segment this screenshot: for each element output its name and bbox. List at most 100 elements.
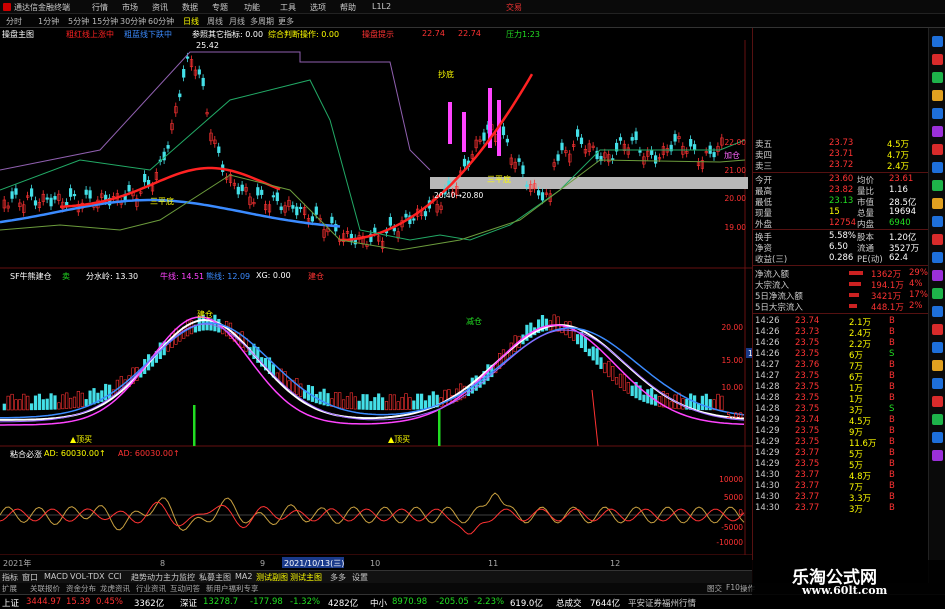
trade-button[interactable]: 交易: [506, 2, 522, 13]
sub1-bar: [392, 394, 396, 411]
menu-item[interactable]: 行情: [92, 2, 108, 13]
toolbar-tool-icon[interactable]: [932, 432, 943, 443]
toolbar-tool-icon[interactable]: [932, 126, 943, 137]
indicator-tab[interactable]: 趋势动力: [131, 572, 163, 583]
toolbar-tool-icon[interactable]: [932, 198, 943, 209]
indicator-tab[interactable]: CCI: [108, 572, 122, 581]
sub1-bar: [6, 395, 10, 411]
menu-item[interactable]: 功能: [244, 2, 260, 13]
tick-price: 23.77: [795, 503, 820, 513]
toolbar-tool-icon[interactable]: [932, 288, 943, 299]
indicator-tab[interactable]: 私募主图: [199, 572, 231, 583]
menu-item[interactable]: 帮助: [340, 2, 356, 13]
toolbar-tool-icon[interactable]: [932, 36, 943, 47]
toolbar-tool-icon[interactable]: [932, 180, 943, 191]
period-button[interactable]: 30分钟: [120, 16, 146, 27]
tick-time: 14:26: [755, 338, 780, 348]
tick-side: B: [889, 426, 895, 436]
sub1-bar: [700, 395, 704, 411]
flow-bar: [849, 304, 857, 308]
stats-value: 62.4: [889, 253, 908, 263]
candle-body: [88, 190, 92, 199]
tick-row: 14:28 23.75 1万 B: [753, 393, 929, 405]
menu-item[interactable]: 市场: [122, 2, 138, 13]
toolbar-tool-icon[interactable]: [932, 306, 943, 317]
indicator-tab[interactable]: 多多: [330, 572, 346, 583]
sub-tab[interactable]: 扩展: [2, 583, 17, 594]
toolbar-tool-icon[interactable]: [932, 378, 943, 389]
candle-body: [291, 205, 295, 209]
flow-pct: 29%: [909, 268, 928, 278]
toolbar-tool-icon[interactable]: [932, 216, 943, 227]
toolbar-tool-icon[interactable]: [932, 162, 943, 173]
period-button[interactable]: 60分钟: [148, 16, 174, 27]
menu-item[interactable]: 专题: [212, 2, 228, 13]
toolbar-tool-icon[interactable]: [932, 360, 943, 371]
sub1-buy-label: 建仓: [197, 309, 213, 319]
sh-amount: 3362亿: [134, 599, 165, 609]
menu-item[interactable]: 资讯: [152, 2, 168, 13]
candle-body: [314, 206, 318, 215]
toolbar-tool-icon[interactable]: [932, 72, 943, 83]
tick-time: 14:30: [755, 481, 780, 491]
kline-chart[interactable]: 25.42 三平底 三平底 20.40→20.80 抄底 加仓 建仓 减仓 ▲顶…: [0, 40, 752, 570]
main-axis-tick: 20.00: [725, 194, 747, 203]
sub-tab[interactable]: 互动问答: [170, 583, 200, 594]
candle-body: [178, 93, 182, 98]
candle-body: [275, 192, 279, 202]
toolbar-tool-icon[interactable]: [932, 270, 943, 281]
indicator-tab[interactable]: VOL-TDX: [70, 572, 105, 581]
right-toolbar: [928, 28, 945, 583]
menu-item[interactable]: L1L2: [372, 2, 391, 11]
sub-tab-right[interactable]: 图交: [707, 583, 722, 594]
toolbar-tool-icon[interactable]: [932, 252, 943, 263]
tick-row: 14:27 23.75 6万 B: [753, 371, 929, 383]
indicator-tab[interactable]: MA2: [235, 572, 252, 581]
sub1-bar: [400, 396, 404, 410]
indicator-tab[interactable]: 测试主图: [290, 572, 322, 583]
app-name: 通达信金融终端: [14, 3, 70, 12]
indicator-tab[interactable]: 指标: [2, 572, 18, 583]
sz-value: 13278.7: [203, 597, 239, 607]
period-button[interactable]: 1分钟: [38, 16, 59, 27]
period-button[interactable]: 更多: [278, 16, 294, 27]
period-button[interactable]: 月线: [229, 16, 245, 27]
toolbar-tool-icon[interactable]: [932, 324, 943, 335]
sub-tab[interactable]: 资金分布: [66, 583, 96, 594]
period-button[interactable]: 多周期: [250, 16, 274, 27]
main-candles: [2, 52, 724, 253]
toolbar-tool-icon[interactable]: [932, 450, 943, 461]
period-button[interactable]: 15分钟: [92, 16, 118, 27]
menu-item[interactable]: 数据: [182, 2, 198, 13]
sub-tab[interactable]: 新用户福利专享: [206, 583, 259, 594]
sub-tab[interactable]: 行业资讯: [136, 583, 166, 594]
indicator-tab[interactable]: 设置: [352, 572, 368, 583]
toolbar-tool-icon[interactable]: [932, 234, 943, 245]
menu-item[interactable]: 选项: [310, 2, 326, 13]
indicator-tab[interactable]: MACD: [44, 572, 68, 581]
period-button[interactable]: 5分钟: [68, 16, 89, 27]
sub-tab[interactable]: 关联报价: [30, 583, 60, 594]
sh-value: 3444.97: [26, 597, 62, 607]
indicator-tab[interactable]: 主力监控: [163, 572, 195, 583]
toolbar-tool-icon[interactable]: [932, 144, 943, 155]
sub1-bar: [318, 391, 322, 405]
indicator-header-item: 分水岭: 13.30: [86, 272, 139, 281]
indicator-tab[interactable]: 测试副图: [256, 572, 288, 583]
tick-price: 23.75: [795, 393, 820, 403]
toolbar-tool-icon[interactable]: [932, 396, 943, 407]
candle-body: [182, 69, 186, 78]
toolbar-tool-icon[interactable]: [932, 90, 943, 101]
toolbar-tool-icon[interactable]: [932, 414, 943, 425]
toolbar-tool-icon[interactable]: [932, 108, 943, 119]
sub-tab[interactable]: 龙虎资讯: [100, 583, 130, 594]
menu-item[interactable]: 工具: [280, 2, 296, 13]
period-button[interactable]: 分时: [6, 16, 22, 27]
toolbar-tool-icon[interactable]: [932, 54, 943, 65]
period-button[interactable]: 日线: [183, 16, 199, 27]
tick-price: 23.77: [795, 481, 820, 491]
indicator-tab[interactable]: 窗口: [22, 572, 38, 583]
sub-tab-right[interactable]: F10: [726, 583, 740, 592]
toolbar-tool-icon[interactable]: [932, 342, 943, 353]
period-button[interactable]: 周线: [207, 16, 223, 27]
